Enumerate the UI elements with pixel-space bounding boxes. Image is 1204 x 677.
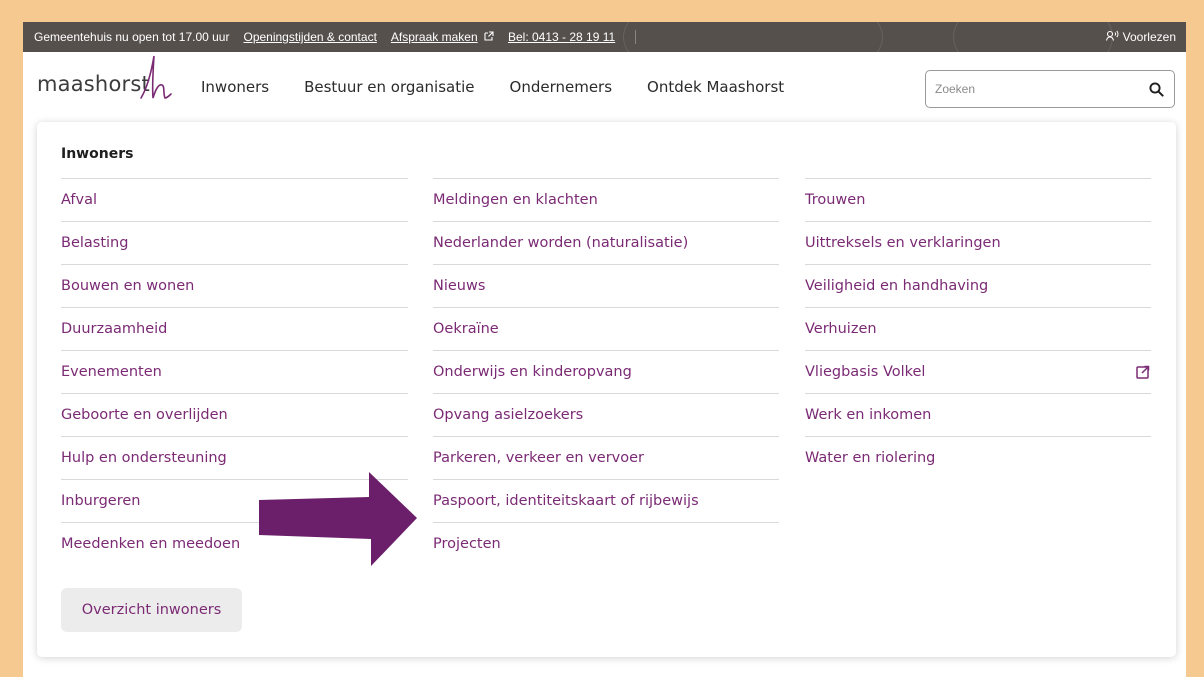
search-box xyxy=(925,70,1175,108)
menu-link-vliegbasis-volkel-row[interactable]: Vliegbasis Volkel xyxy=(805,350,1151,393)
menu-link-opvang-asielzoekers[interactable]: Opvang asielzoekers xyxy=(433,393,779,436)
menu-link-water-en-riolering[interactable]: Water en riolering xyxy=(805,436,1151,479)
appointment-link-wrap[interactable]: Afspraak maken xyxy=(391,30,494,44)
menu-inwoners[interactable]: Inwoners xyxy=(201,78,269,96)
search-input[interactable] xyxy=(926,71,1138,107)
menu-link-meldingen-en-klachten[interactable]: Meldingen en klachten xyxy=(433,178,779,221)
menu-link-afval[interactable]: Afval xyxy=(61,178,408,221)
top-bar: Gemeentehuis nu open tot 17.00 uur Openi… xyxy=(23,22,1186,92)
menu-link-geboorte-en-overlijden[interactable]: Geboorte en overlijden xyxy=(61,393,408,436)
menu-ontdek-maashorst[interactable]: Ontdek Maashorst xyxy=(647,78,784,96)
appointment-link[interactable]: Afspraak maken xyxy=(391,30,478,44)
menu-link-oekraine[interactable]: Oekraïne xyxy=(433,307,779,350)
menu-link-bouwen-en-wonen[interactable]: Bouwen en wonen xyxy=(61,264,408,307)
menu-link-trouwen[interactable]: Trouwen xyxy=(805,178,1151,221)
menu-column-2: Meldingen en klachten Nederlander worden… xyxy=(433,178,779,565)
menu-link-nieuws[interactable]: Nieuws xyxy=(433,264,779,307)
menu-bestuur-en-organisatie[interactable]: Bestuur en organisatie xyxy=(304,78,474,96)
menu-link-belasting[interactable]: Belasting xyxy=(61,221,408,264)
menu-link-parkeren-verkeer-vervoer[interactable]: Parkeren, verkeer en vervoer xyxy=(433,436,779,479)
opening-status: Gemeentehuis nu open tot 17.00 uur xyxy=(34,30,230,44)
pointer-arrow-icon xyxy=(259,472,417,566)
speaker-icon xyxy=(1105,30,1119,44)
menu-link-vliegbasis-volkel[interactable]: Vliegbasis Volkel xyxy=(805,364,925,380)
menu-link-nederlander-worden[interactable]: Nederlander worden (naturalisatie) xyxy=(433,221,779,264)
opening-hours-link[interactable]: Openingstijden & contact xyxy=(243,30,376,44)
voorlezen-button[interactable]: Voorlezen xyxy=(1105,22,1176,52)
overzicht-inwoners-button[interactable]: Overzicht inwoners xyxy=(61,588,242,632)
menu-ondernemers[interactable]: Ondernemers xyxy=(510,78,613,96)
menu-link-onderwijs-en-kinderopvang[interactable]: Onderwijs en kinderopvang xyxy=(433,350,779,393)
logo-mark-icon xyxy=(140,55,172,99)
menu-link-werk-en-inkomen[interactable]: Werk en inkomen xyxy=(805,393,1151,436)
menu-link-duurzaamheid[interactable]: Duurzaamheid xyxy=(61,307,408,350)
menu-link-projecten[interactable]: Projecten xyxy=(433,522,779,565)
menu-link-uittreksels-en-verklaringen[interactable]: Uittreksels en verklaringen xyxy=(805,221,1151,264)
menu-column-3: Trouwen Uittreksels en verklaringen Veil… xyxy=(805,178,1151,479)
menu-link-veiligheid-en-handhaving[interactable]: Veiligheid en handhaving xyxy=(805,264,1151,307)
external-link-icon xyxy=(1135,364,1151,380)
voorlezen-label: Voorlezen xyxy=(1122,30,1176,44)
search-button[interactable] xyxy=(1138,71,1174,107)
primary-menu: Inwoners Bestuur en organisatie Ondernem… xyxy=(201,78,784,96)
menu-link-verhuizen[interactable]: Verhuizen xyxy=(805,307,1151,350)
menu-link-evenementen[interactable]: Evenementen xyxy=(61,350,408,393)
external-link-icon xyxy=(484,31,494,44)
search-icon xyxy=(1148,81,1164,97)
inwoners-mega-menu: Inwoners Afval Belasting Bouwen en wonen… xyxy=(37,122,1176,657)
panel-title: Inwoners xyxy=(61,146,134,162)
logo-text: maashorst xyxy=(37,72,150,96)
site-logo[interactable]: maashorst xyxy=(37,72,150,96)
main-navigation: maashorst Inwoners Bestuur en organisati… xyxy=(23,52,1186,122)
phone-link[interactable]: Bel: 0413 - 28 19 11 xyxy=(508,30,615,44)
menu-link-paspoort-identiteitskaart-rijbewijs[interactable]: Paspoort, identiteitskaart of rijbewijs xyxy=(433,479,779,522)
browser-viewport: Gemeentehuis nu open tot 17.00 uur Openi… xyxy=(23,22,1186,677)
